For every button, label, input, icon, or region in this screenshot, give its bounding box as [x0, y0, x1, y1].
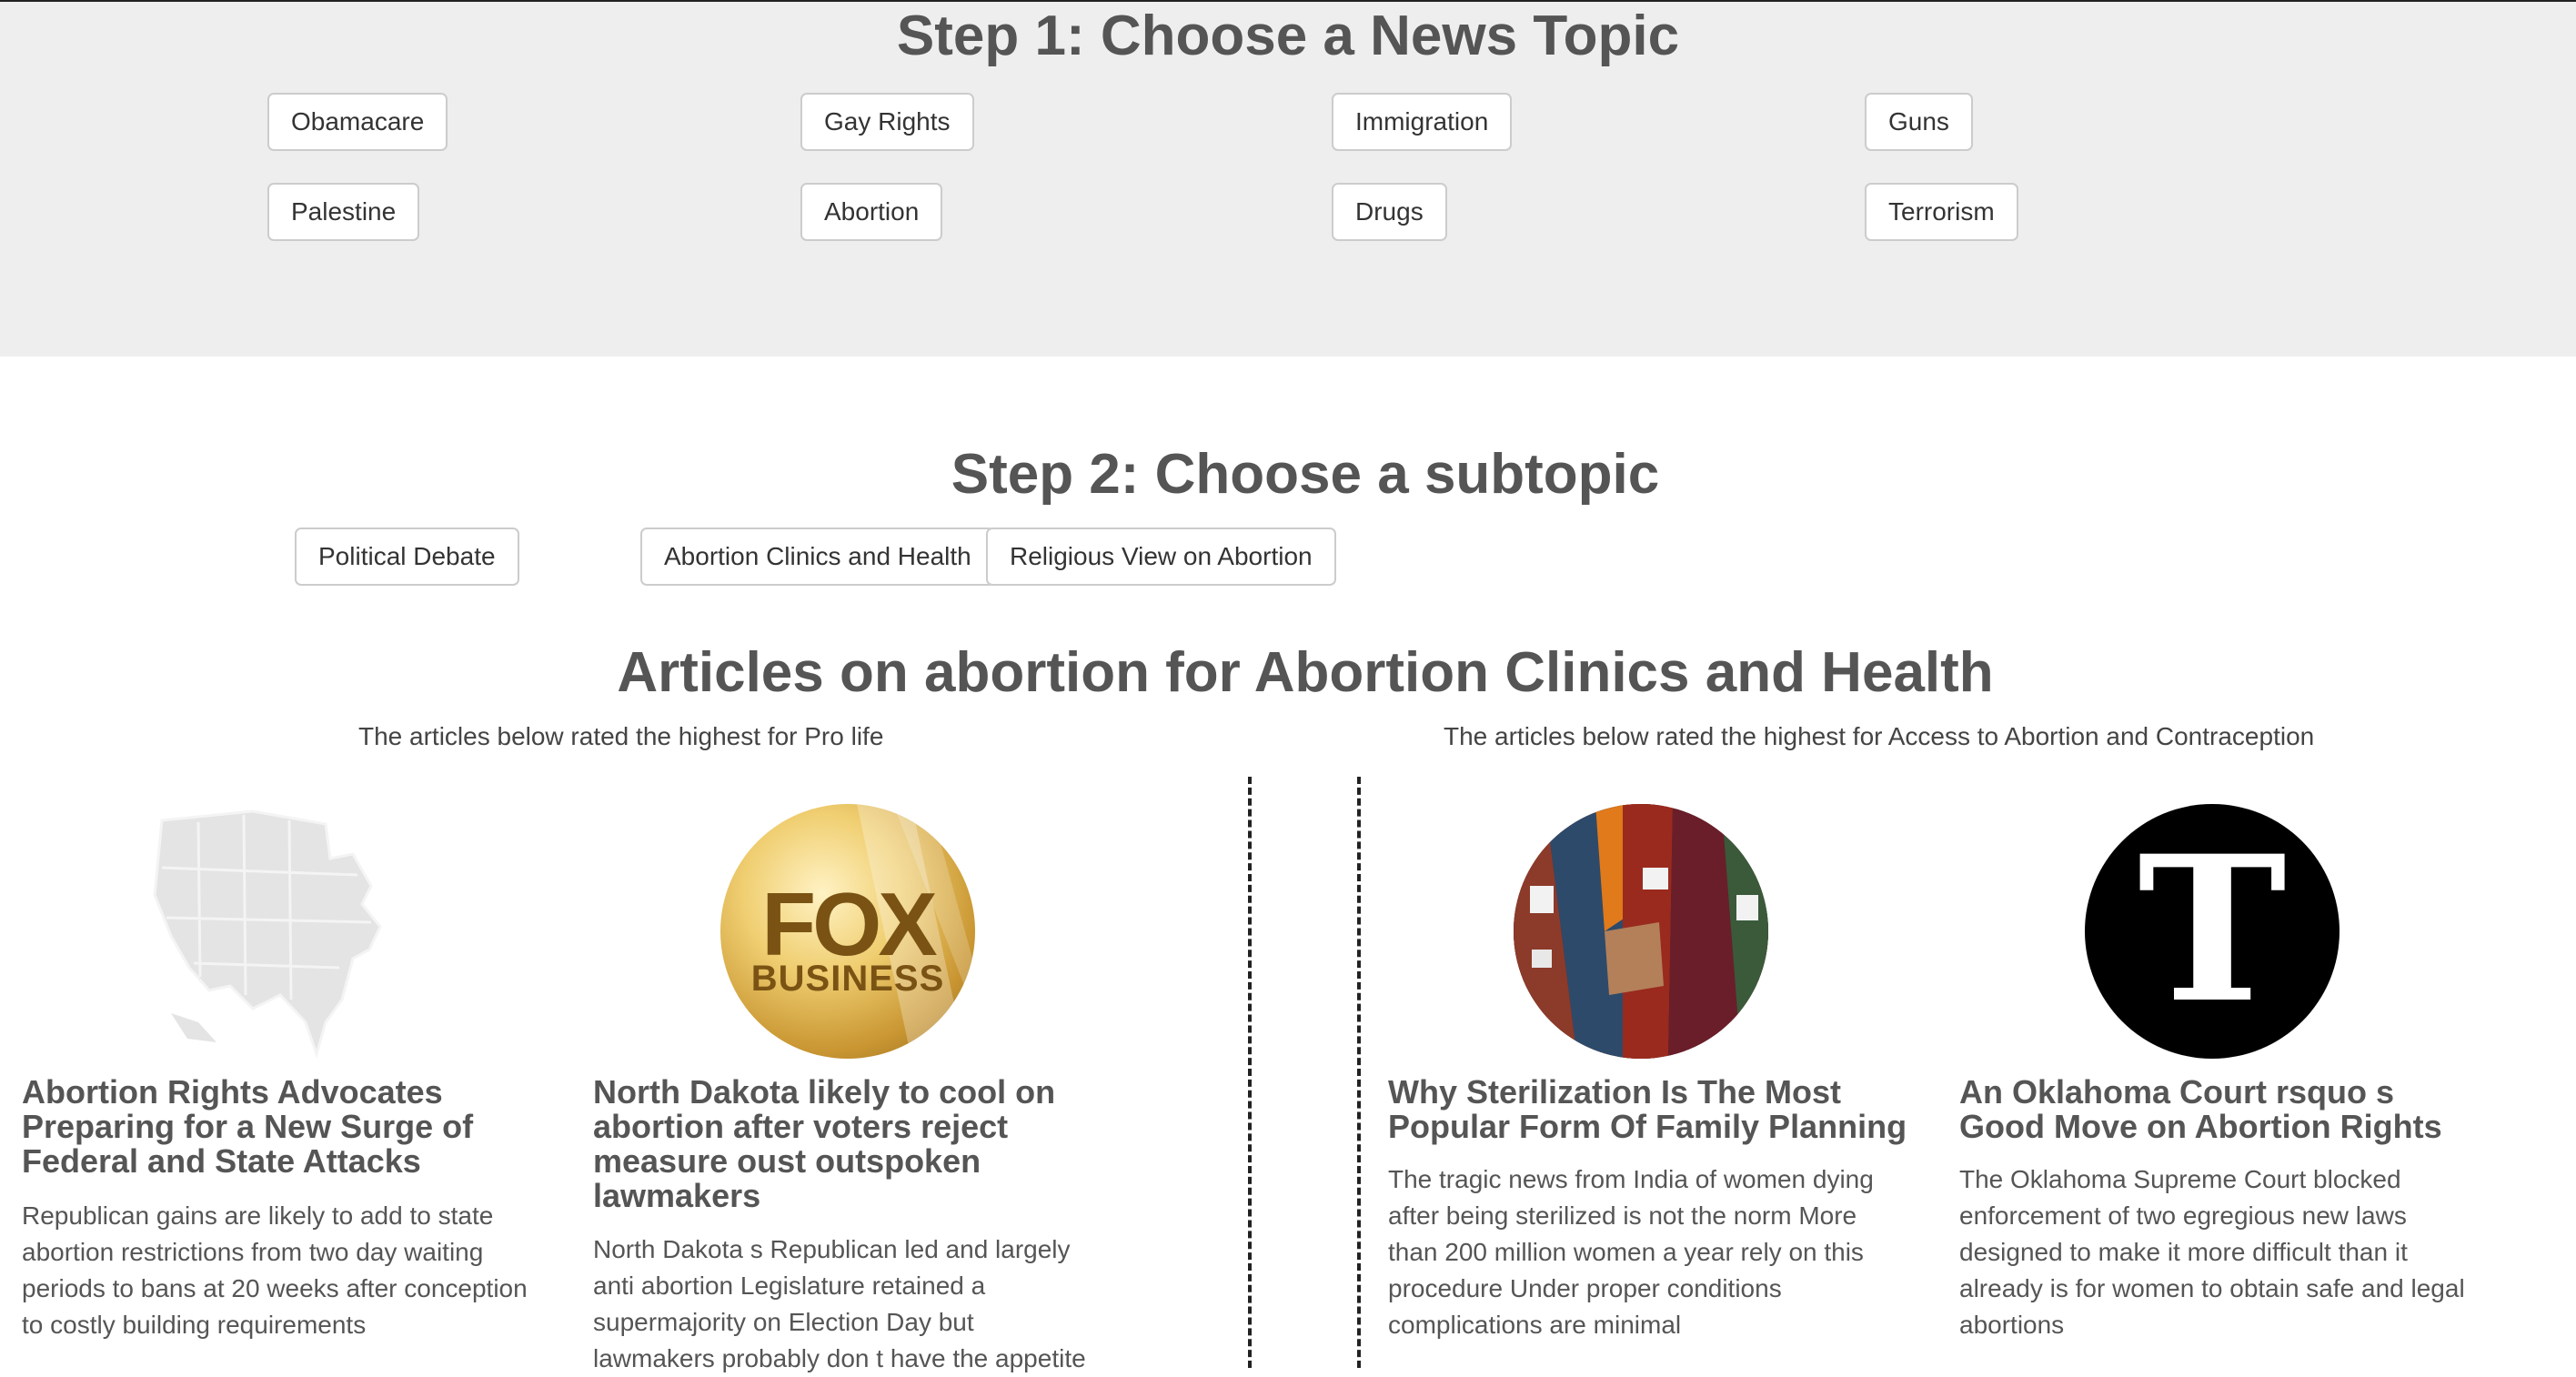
fox-business-logo[interactable]: FOX BUSINESS — [720, 804, 975, 1059]
article-summary-1: Republican gains are likely to add to st… — [22, 1201, 528, 1339]
article-summary-4: The Oklahoma Supreme Court blocked enfor… — [1959, 1165, 2465, 1339]
topic-button-gay-rights[interactable]: Gay Rights — [800, 93, 974, 151]
subtopic-button-political-debate[interactable]: Political Debate — [295, 528, 519, 586]
article-title-1[interactable]: Abortion Rights Advocates Preparing for … — [22, 1075, 549, 1179]
column-divider-right — [1357, 777, 1361, 1368]
article-title-2[interactable]: North Dakota likely to cool on abortion … — [593, 1075, 1121, 1213]
us-map-icon[interactable] — [144, 804, 398, 1060]
column-divider-left — [1248, 777, 1252, 1368]
left-column-subheading: The articles below rated the highest for… — [358, 722, 884, 750]
nytimes-t-logo[interactable]: T — [2085, 804, 2340, 1059]
topic-button-obamacare[interactable]: Obamacare — [267, 93, 448, 151]
topic-button-terrorism[interactable]: Terrorism — [1865, 183, 2018, 241]
right-column-subheading: The articles below rated the highest for… — [1444, 722, 2315, 750]
nyt-logo-letter: T — [2138, 811, 2287, 1047]
topic-button-drugs[interactable]: Drugs — [1332, 183, 1447, 241]
topic-button-palestine[interactable]: Palestine — [267, 183, 420, 241]
article-summary-2: North Dakota s Republican led and largel… — [593, 1235, 1086, 1372]
article-title-3[interactable]: Why Sterilization Is The Most Popular Fo… — [1388, 1075, 1916, 1144]
step2-heading: Step 2: Choose a subtopic — [951, 443, 1660, 506]
article-title-4[interactable]: An Oklahoma Court rsquo s Good Move on A… — [1959, 1075, 2487, 1144]
topic-button-guns[interactable]: Guns — [1865, 93, 1973, 151]
subtopic-button-religious-view[interactable]: Religious View on Abortion — [986, 528, 1336, 586]
topic-panel: Step 1: Choose a News Topic Obamacare Ga… — [0, 2, 2576, 357]
topic-button-immigration[interactable]: Immigration — [1332, 93, 1513, 151]
articles-heading: Articles on abortion for Abortion Clinic… — [617, 641, 1994, 704]
article-summary-3: The tragic news from India of women dyin… — [1388, 1165, 1874, 1339]
business-logo-text: BUSINESS — [750, 959, 945, 999]
topic-button-abortion[interactable]: Abortion — [800, 183, 943, 241]
women-photo[interactable] — [1514, 804, 1768, 1059]
subtopic-button-abortion-clinics[interactable]: Abortion Clinics and Health — [640, 528, 995, 586]
step1-heading: Step 1: Choose a News Topic — [896, 5, 1680, 67]
